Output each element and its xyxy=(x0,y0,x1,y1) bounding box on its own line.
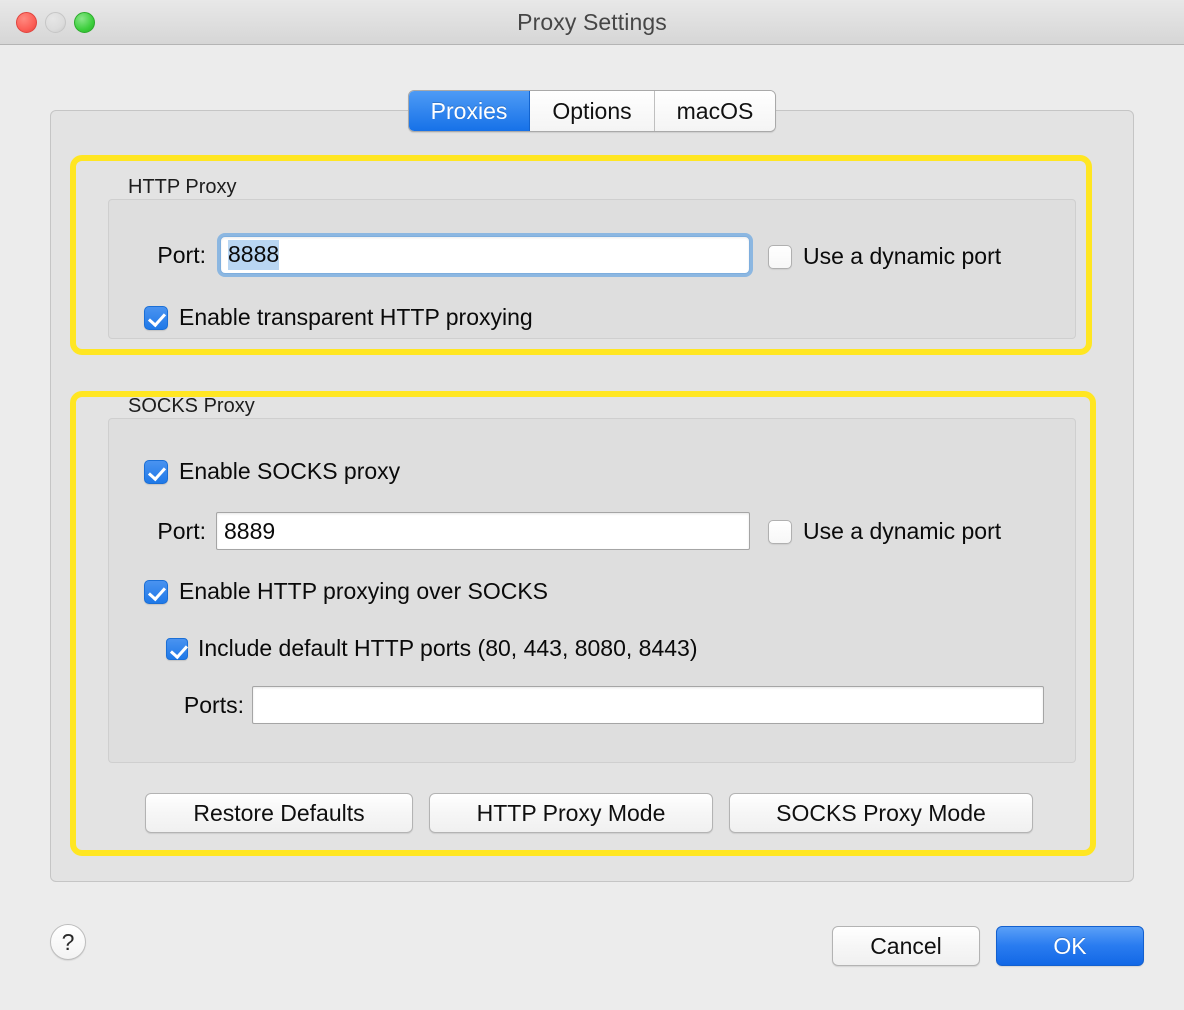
checkbox-unchecked-icon xyxy=(768,519,792,544)
socks-http-over-socks-checkbox[interactable]: Enable HTTP proxying over SOCKS xyxy=(144,578,548,605)
tab-macos[interactable]: macOS xyxy=(654,91,776,131)
socks-http-over-socks-row: Enable HTTP proxying over SOCKS xyxy=(144,578,548,605)
http-dynamic-port-row: Use a dynamic port xyxy=(768,243,1001,270)
socks-proxy-group-title: SOCKS Proxy xyxy=(128,395,255,417)
socks-ports-row: Ports: xyxy=(162,686,1044,724)
ok-button[interactable]: OK xyxy=(996,926,1144,966)
http-port-row: Port: 8888 xyxy=(138,236,750,274)
socks-http-over-socks-label: Enable HTTP proxying over SOCKS xyxy=(179,578,549,604)
socks-ports-label: Ports: xyxy=(183,691,244,718)
socks-port-input[interactable]: 8889 xyxy=(216,512,750,550)
socks-dynamic-port-label: Use a dynamic port xyxy=(803,518,1002,544)
socks-include-default-row: Include default HTTP ports (80, 443, 808… xyxy=(166,635,698,662)
http-dynamic-port-label: Use a dynamic port xyxy=(803,243,1002,269)
checkbox-checked-icon xyxy=(144,459,168,484)
help-button[interactable]: ? xyxy=(50,924,86,960)
http-transparent-row: Enable transparent HTTP proxying xyxy=(144,304,533,331)
checkbox-checked-icon xyxy=(144,579,168,604)
window-titlebar: Proxy Settings xyxy=(0,0,1184,45)
tab-bar: Proxies Options macOS xyxy=(0,90,1184,132)
tab-group: Proxies Options macOS xyxy=(407,90,777,132)
socks-include-default-label: Include default HTTP ports (80, 443, 808… xyxy=(198,635,698,661)
dialog-action-buttons: Cancel OK xyxy=(832,926,1144,966)
socks-port-value: 8889 xyxy=(224,517,276,544)
proxy-settings-window: Proxy Settings Proxies Options macOS HTT… xyxy=(0,0,1184,1010)
http-port-value: 8888 xyxy=(228,240,280,270)
http-transparent-label: Enable transparent HTTP proxying xyxy=(179,304,533,330)
checkbox-checked-icon xyxy=(144,305,168,330)
socks-port-row: Port: 8889 xyxy=(138,512,750,550)
socks-enable-row: Enable SOCKS proxy xyxy=(144,458,400,485)
http-proxy-mode-button[interactable]: HTTP Proxy Mode xyxy=(429,793,713,833)
socks-include-default-checkbox[interactable]: Include default HTTP ports (80, 443, 808… xyxy=(166,635,698,662)
window-title: Proxy Settings xyxy=(517,9,667,35)
tab-proxies[interactable]: Proxies xyxy=(408,91,531,131)
http-proxy-group-title: HTTP Proxy xyxy=(128,176,237,198)
socks-enable-checkbox[interactable]: Enable SOCKS proxy xyxy=(144,458,400,485)
socks-dynamic-port-row: Use a dynamic port xyxy=(768,518,1001,545)
mode-button-group: Restore Defaults HTTP Proxy Mode SOCKS P… xyxy=(145,793,1033,833)
socks-dynamic-port-checkbox[interactable]: Use a dynamic port xyxy=(768,518,1001,545)
http-transparent-checkbox[interactable]: Enable transparent HTTP proxying xyxy=(144,304,533,331)
socks-ports-input[interactable] xyxy=(252,686,1044,724)
socks-port-label: Port: xyxy=(157,517,206,544)
restore-defaults-button[interactable]: Restore Defaults xyxy=(145,793,413,833)
tab-options[interactable]: Options xyxy=(530,91,655,131)
cancel-button[interactable]: Cancel xyxy=(832,926,980,966)
checkbox-checked-icon xyxy=(166,637,188,660)
http-dynamic-port-checkbox[interactable]: Use a dynamic port xyxy=(768,243,1001,270)
socks-enable-label: Enable SOCKS proxy xyxy=(179,458,401,484)
http-port-label: Port: xyxy=(157,241,206,268)
checkbox-unchecked-icon xyxy=(768,244,792,269)
http-port-input[interactable]: 8888 xyxy=(220,236,750,274)
socks-proxy-mode-button[interactable]: SOCKS Proxy Mode xyxy=(729,793,1033,833)
